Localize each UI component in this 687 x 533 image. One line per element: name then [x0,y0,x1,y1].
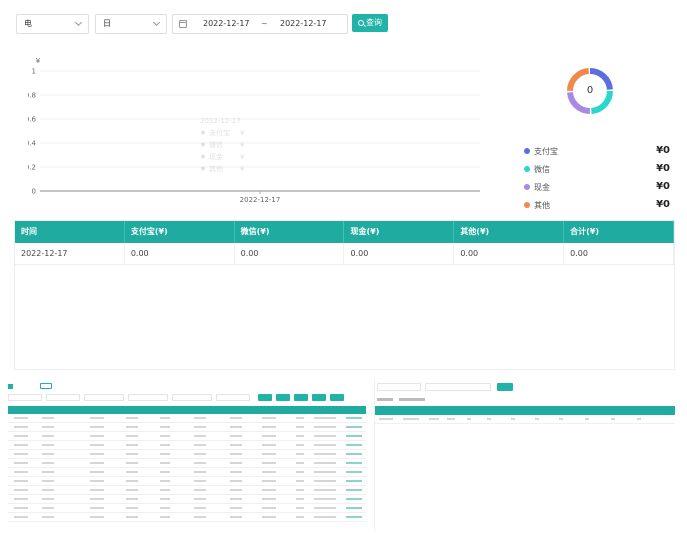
y-tick-label: 0.6 [28,116,37,124]
legend-item[interactable]: 现金 ¥0 [522,181,670,199]
thumbnail-row [8,468,366,477]
thumbnail-report-header [375,406,675,415]
chevron-down-icon [74,18,83,27]
thumbnail-table-header [8,406,366,414]
line-chart-svg: ¥0 0.2 0.4 0.6 0.8 1 2022-12-17 2022-12-17 支付宝 ¥ 微… [28,57,480,204]
y-tick-label: 0.2 [28,164,36,172]
legend-item[interactable]: 支付宝 ¥0 [522,145,670,163]
legend-label: 支付宝 [534,147,558,156]
line-chart: ¥0 0.2 0.4 0.6 0.8 1 2022-12-17 2022-12-17 支付宝 ¥ 微… [28,55,488,205]
legend-item[interactable]: 其他 ¥0 [522,199,670,217]
thumbnail-tag [40,383,52,389]
table-cell: 0.00 [564,243,674,264]
date-end-input[interactable]: 2022-12-17 [280,15,327,33]
search-icon [358,20,364,26]
thumbnail-title [8,384,15,391]
tooltip-dot [201,166,205,171]
thumbnail-row [8,423,366,432]
tooltip-series-name: 其他 [209,164,223,173]
y-tick-label: 1 [32,68,36,76]
tooltip-series-value: ¥ [240,141,245,149]
table-header-cell: 其他(¥) [454,221,565,243]
chevron-down-icon [152,18,161,27]
tooltip-dot [201,130,205,135]
table-row: 2022-12-17 0.00 0.00 0.00 0.00 0.00 [15,243,674,265]
legend-value: ¥0 [656,199,670,210]
tooltip-dot [201,154,205,159]
legend-label: 微信 [534,165,550,174]
thumbnail-report [374,380,675,530]
legend-label: 其他 [534,201,550,210]
legend-item[interactable]: 微信 ¥0 [522,163,670,181]
thumbnail-row [8,477,366,486]
date-range-picker[interactable]: 2022-12-17 ~ 2022-12-17 [172,14,348,34]
period-select-value: 日 [103,19,111,28]
legend-dot-icon [524,166,530,172]
table-cell: 0.00 [454,243,565,264]
date-separator: ~ [261,19,268,28]
list-icon [8,384,13,389]
legend-dot-icon [524,148,530,154]
tooltip-series-name: 支付宝 [209,128,230,137]
x-tick-label: 2022-12-17 [240,196,281,204]
thumbnail-filter-bar [8,394,366,402]
filter-bar: 电 日 2022-12-17 ~ 2022-12-17 查询 [16,14,416,34]
query-button-label: 查询 [366,18,382,27]
thumbnail-row [8,495,366,504]
date-start-input[interactable]: 2022-12-17 [203,15,250,33]
summary-table-body: 2022-12-17 0.00 0.00 0.00 0.00 0.00 [15,243,674,265]
legend-value: ¥0 [656,163,670,174]
thumbnail-row [8,450,366,459]
tooltip-dot [201,142,205,147]
y-tick-label: 0 [32,188,36,196]
table-header-cell: 现金(¥) [344,221,455,243]
tooltip-series-value: ¥ [240,129,245,137]
y-tick-label: 0.8 [28,92,36,100]
query-button[interactable]: 查询 [352,14,388,32]
thumbnail-row [8,486,366,495]
thumbnail-row [8,432,366,441]
calendar-icon [179,20,187,28]
thumbnail-table [8,406,366,522]
table-cell: 0.00 [344,243,455,264]
tooltip-series-name: 现金 [209,152,223,161]
legend-label: 现金 [534,183,550,192]
y-axis-label: ¥ [36,57,41,65]
tooltip-series-value: ¥ [240,153,245,161]
table-header-cell: 支付宝(¥) [125,221,235,243]
type-select-value: 电 [24,19,32,28]
thumbnail-report-filters [377,383,537,392]
thumbnail-row [8,504,366,513]
type-select[interactable]: 电 [16,14,89,34]
thumbnail-report-tabs [377,396,437,404]
thumbnail-report-row [375,415,675,424]
thumbnail-record-list [4,380,370,530]
legend-dot-icon [524,184,530,190]
thumbnail-row [8,441,366,450]
thumbnail-row [8,459,366,468]
y-tick-label: 0.4 [28,140,37,148]
summary-table-header: 时间 支付宝(¥) 微信(¥) 现金(¥) 其他(¥) 合计(¥) [15,221,674,243]
summary-table: 时间 支付宝(¥) 微信(¥) 现金(¥) 其他(¥) 合计(¥) 2022-12-17 0… [14,220,675,370]
tooltip-series-name: 微信 [209,140,223,149]
series-point [259,190,261,192]
donut-legend: 支付宝 ¥0 微信 ¥0 现金 ¥0 其他 ¥0 [522,145,670,217]
thumbnail-row [8,414,366,423]
tooltip-title: 2022-12-17 [200,117,241,125]
table-cell: 0.00 [235,243,345,264]
donut-center-value: 0 [586,85,594,96]
thumbnail-row [8,513,366,522]
legend-value: ¥0 [656,181,670,192]
table-cell: 0.00 [125,243,235,264]
table-header-cell: 微信(¥) [235,221,345,243]
period-select[interactable]: 日 [95,14,167,34]
table-header-cell: 时间 [15,221,125,243]
tooltip-series-value: ¥ [240,165,245,173]
table-cell: 2022-12-17 [15,243,125,264]
legend-value: ¥0 [656,145,670,156]
legend-dot-icon [524,202,530,208]
table-header-cell: 合计(¥) [564,221,674,243]
